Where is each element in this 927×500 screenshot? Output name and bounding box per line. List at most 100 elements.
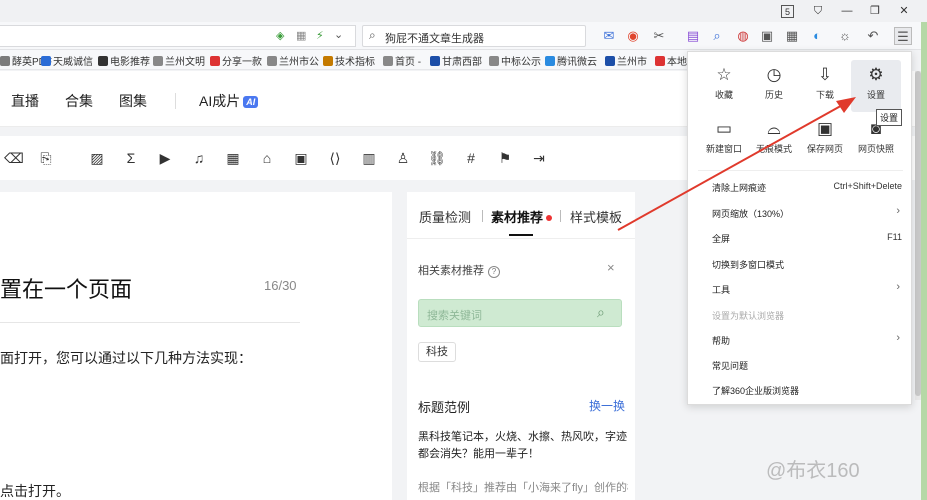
title-example[interactable]: 黑科技笔记本，火烧、水擦、热风吹，字迹都会消失？能用一辈子！	[418, 429, 628, 463]
minimize-button[interactable]: —	[839, 3, 855, 19]
shortcut-label: F11	[887, 232, 902, 242]
translate-icon[interactable]: ▤	[684, 27, 702, 45]
editor-area[interactable]: 置在一个页面 16/30 面打开，您可以通过以下几种方法实现： 点击打开。	[0, 192, 392, 500]
close-button[interactable]: ✕	[896, 3, 912, 19]
export-icon[interactable]: ⇥	[529, 148, 549, 168]
format-icon[interactable]: ⎘	[36, 148, 56, 168]
bookmark-item[interactable]: 兰州市公	[267, 53, 319, 68]
formula-icon[interactable]: Σ	[121, 148, 141, 168]
title-char-count: 16/30	[264, 278, 297, 293]
menu-item-help[interactable]: 帮助 ›	[712, 332, 902, 350]
menu-tile-downloads[interactable]: ⇩ 下载	[800, 64, 850, 112]
undo-icon[interactable]: ↶	[864, 27, 882, 45]
scissors-icon[interactable]: ✂	[650, 27, 668, 45]
tab-divider	[560, 210, 561, 222]
menu-item-label: 帮助	[712, 336, 731, 346]
chevron-down-icon[interactable]: ⌄	[334, 28, 343, 41]
search-icon[interactable]: ⌕	[597, 304, 605, 321]
link-icon[interactable]: ⛓	[427, 148, 447, 168]
bookmark-item[interactable]: 本地	[655, 53, 687, 68]
code-icon[interactable]: ⟨⟩	[325, 148, 345, 168]
close-icon[interactable]: ×	[607, 260, 615, 275]
image-icon[interactable]: ▨	[87, 148, 107, 168]
nav-item-live[interactable]: 直播	[11, 91, 39, 111]
keyword-tag[interactable]: 科技	[418, 342, 456, 362]
menu-tile-settings[interactable]: ⚙ 设置	[851, 60, 901, 112]
eraser-icon[interactable]: ⌫	[4, 148, 24, 168]
menu-tile-favorites[interactable]: ☆ 收藏	[699, 64, 749, 112]
music-icon[interactable]: ♫	[189, 148, 209, 168]
restore-tab-button[interactable]: 5	[781, 5, 794, 18]
menu-item-enterprise[interactable]: 了解360企业版浏览器	[712, 384, 902, 400]
star-icon: ☆	[716, 65, 732, 84]
maximize-button[interactable]: ❐	[867, 3, 883, 19]
bookmark-item[interactable]: 分享一款	[210, 53, 262, 68]
swap-button[interactable]: 换一换	[589, 397, 625, 414]
menu-item-label: 切换到多窗口模式	[712, 260, 785, 270]
weibo-icon[interactable]: ◉	[624, 27, 642, 45]
stamp-icon[interactable]: ◍	[734, 27, 752, 45]
find-icon[interactable]: ⌕	[708, 27, 726, 45]
bookmark-item[interactable]: 中标公示	[489, 53, 541, 68]
menu-item-zoom[interactable]: 网页缩放（130%） ›	[712, 205, 902, 223]
table-icon[interactable]: ▦	[223, 148, 243, 168]
apps-icon[interactable]: ▦	[783, 27, 801, 45]
bookmark-label: 天威诚信	[53, 57, 93, 68]
grid-icon[interactable]: ▦	[296, 29, 306, 42]
template-icon[interactable]: ⌂	[257, 148, 277, 168]
body-paragraph[interactable]: 点击打开。	[0, 481, 70, 500]
window-icon[interactable]: ▣	[758, 27, 776, 45]
bookmark-item[interactable]: 甘肃西部	[430, 53, 482, 68]
bookmark-favicon-icon	[323, 56, 333, 66]
tile-label: 保存网页	[806, 144, 843, 154]
hashtag-icon[interactable]: #	[461, 148, 481, 168]
menu-icon[interactable]: ☰	[894, 27, 912, 45]
url-input[interactable]: ◈ ▦ ⚡ ⌄	[0, 25, 356, 47]
body-paragraph[interactable]: 面打开，您可以通过以下几种方法实现：	[0, 348, 252, 368]
tab-quality[interactable]: 质量检测	[419, 207, 471, 226]
menu-item-label: 了解360企业版浏览器	[712, 386, 800, 396]
bookmark-item[interactable]: 兰州市	[605, 53, 647, 68]
menu-tile-history[interactable]: ◷ 历史	[749, 64, 799, 112]
menu-tile-save-page[interactable]: ▣ 保存网页	[800, 118, 850, 166]
search-box[interactable]: ⌕ 狗屁不通文章生成器	[362, 25, 586, 47]
shortcut-label: Ctrl+Shift+Delete	[833, 181, 902, 191]
side-strip	[921, 22, 927, 500]
menu-item-fullscreen[interactable]: 全屏 F11	[712, 232, 902, 248]
search-text[interactable]: 狗屁不通文章生成器	[385, 30, 484, 46]
menu-item-default-browser: 设置为默认浏览器	[712, 309, 902, 325]
bookmark-icon[interactable]: ⚑	[495, 148, 515, 168]
user-icon[interactable]: ♙	[393, 148, 413, 168]
mail-icon[interactable]: ✉	[600, 27, 618, 45]
nav-item-gallery[interactable]: 图集	[119, 91, 147, 111]
bookmark-item[interactable]: 腾讯微云	[545, 53, 597, 68]
menu-item-label: 网页缩放（130%）	[712, 209, 790, 219]
brightness-icon[interactable]: ☼	[836, 27, 854, 45]
ext-icon[interactable]: ◈	[276, 29, 284, 42]
browser-icon[interactable]: ◐	[808, 27, 826, 45]
menu-tile-incognito[interactable]: ⌓ 无痕模式	[749, 118, 799, 166]
menu-item-faq[interactable]: 常见问题	[712, 359, 902, 375]
bookmark-item[interactable]: 兰州文明	[153, 53, 205, 68]
video-icon[interactable]: ▶	[155, 148, 175, 168]
menu-item-clear-history[interactable]: 清除上网痕迹 Ctrl+Shift+Delete	[712, 181, 902, 197]
help-icon[interactable]: ?	[488, 266, 500, 278]
bookmark-item[interactable]: 首页 -	[383, 53, 421, 68]
chart-icon[interactable]: ▥	[359, 148, 379, 168]
tab-material[interactable]: 素材推荐	[491, 207, 553, 226]
menu-item-tools[interactable]: 工具 ›	[712, 281, 902, 299]
tab-style-template[interactable]: 样式模板	[570, 207, 622, 226]
bookmark-item[interactable]: 天威诚信	[41, 53, 93, 68]
menu-item-multi-window[interactable]: 切换到多窗口模式	[712, 258, 902, 274]
bolt-icon[interactable]: ⚡	[316, 29, 324, 42]
menu-tile-new-window[interactable]: ▭ 新建窗口	[699, 118, 749, 166]
bookmark-item[interactable]: 电影推荐	[98, 53, 150, 68]
save-icon[interactable]: ▣	[291, 148, 311, 168]
skin-icon[interactable]: ⛉	[810, 3, 826, 19]
nav-item-collection[interactable]: 合集	[65, 91, 93, 111]
nav-item-ai[interactable]: AI成片 AI	[199, 91, 259, 111]
bookmark-label: 首页 -	[395, 57, 422, 68]
material-search-input[interactable]: 搜索关键词 ⌕	[418, 299, 622, 327]
article-title[interactable]: 置在一个页面	[0, 272, 132, 304]
bookmark-item[interactable]: 技术指标	[323, 53, 375, 68]
